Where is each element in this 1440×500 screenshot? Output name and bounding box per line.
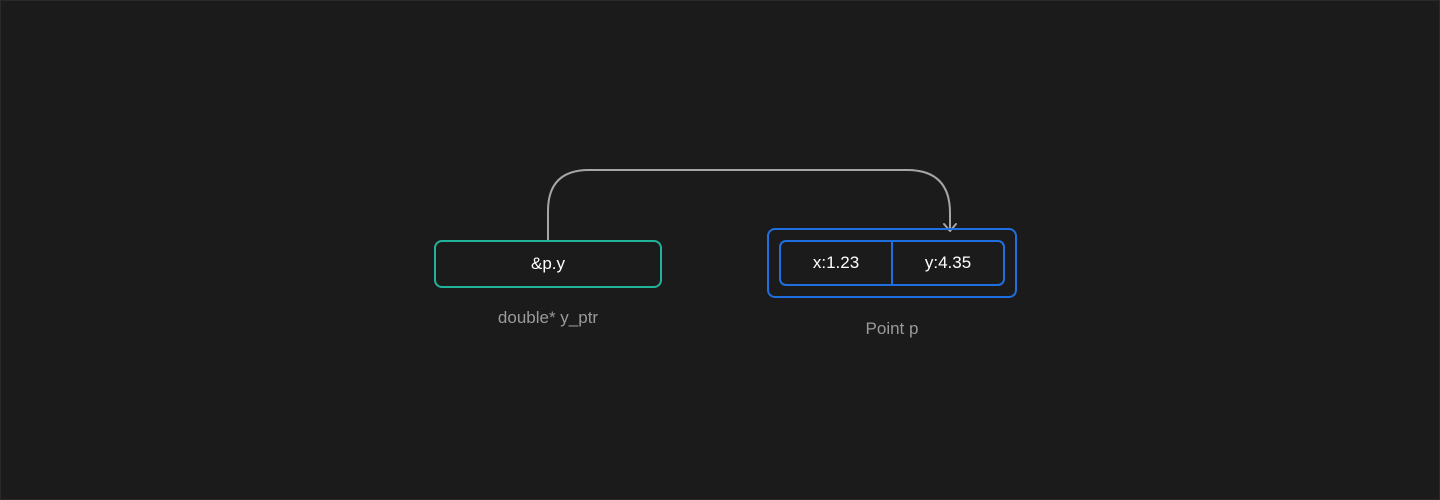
pointer-value: &p.y [530,254,566,273]
struct-fields: x:1.23 y:4.35 [779,240,1005,286]
struct-box: x:1.23 y:4.35 [767,228,1017,298]
pointer-caption: double* y_ptr [497,308,599,327]
field-y: y:4.35 [891,242,1003,284]
diagram-canvas: &p.y double* y_ptr x:1.23 y:4.35 Point p [0,0,1440,500]
field-x: x:1.23 [812,253,860,272]
struct-caption: Point p [865,319,919,338]
pointer-arrow [547,169,957,240]
pointer-variable-box: &p.y [434,240,662,288]
